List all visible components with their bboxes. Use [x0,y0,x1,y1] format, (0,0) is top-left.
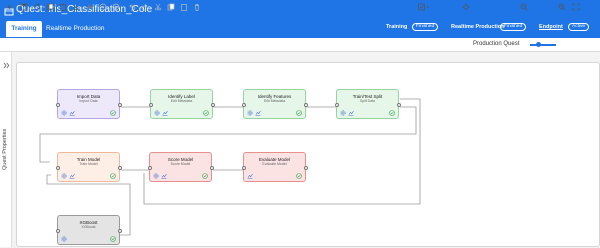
input-port[interactable] [241,103,246,107]
run-icon[interactable] [86,3,94,11]
output-port[interactable] [303,166,308,170]
copy-icon[interactable] [46,3,54,11]
chart-icon[interactable] [255,110,261,116]
chart-icon[interactable] [162,110,168,116]
paste-node-icon[interactable] [180,3,188,11]
realtime-status-badge: Finished [500,23,527,31]
zoom-slider-track[interactable] [530,44,556,46]
redo-icon[interactable] [141,3,149,11]
realtime-status-label: Realtime Production [451,24,505,30]
check-circle-icon [110,236,116,242]
quest-properties-label: Quest Properties [2,128,8,170]
fit-screen-icon[interactable] [572,3,580,11]
copy-node-icon[interactable] [167,3,175,11]
export-icon[interactable] [72,3,80,11]
input-port[interactable] [55,229,60,233]
output-port[interactable] [117,103,122,107]
zoom-slider-handle[interactable] [536,42,541,47]
output-port[interactable] [303,103,308,107]
node-identify-label[interactable]: Identify Label Edit Metadata [148,89,215,119]
input-port[interactable] [334,103,339,107]
paste-icon[interactable] [59,3,67,11]
input-port[interactable] [55,103,60,107]
settings-icon[interactable] [61,236,67,242]
back-icon[interactable] [6,3,14,11]
input-port[interactable] [148,103,153,107]
endpoint-link[interactable]: Endpoint [539,24,563,30]
stop-icon[interactable] [99,3,107,11]
chart-icon[interactable] [247,173,253,179]
training-status-badge: Finished [412,23,439,31]
node-subtitle: Train Model [79,162,98,166]
chart-icon[interactable] [69,110,75,116]
tab-training[interactable]: Training [6,21,42,37]
input-port[interactable] [241,166,246,170]
training-status-label: Training [386,24,408,30]
node-subtitle: Import Data [79,99,98,103]
output-port[interactable] [396,103,401,107]
quest-properties-panel[interactable]: Quest Properties [0,52,12,247]
expand-chevron-icon[interactable] [3,56,10,69]
output-port[interactable] [210,103,215,107]
production-quest-icon[interactable] [461,3,471,11]
output-port[interactable] [117,229,122,233]
node-identify-features[interactable]: Identify Features Edit Metadata [241,89,308,119]
settings-icon[interactable] [154,110,160,116]
node-import-data[interactable]: Import Data Import Data [55,89,122,119]
save-icon[interactable] [20,3,28,11]
node-xgboost[interactable]: XGBoost XGBoost [55,215,122,245]
refresh-icon[interactable] [33,3,41,11]
node-subtitle: Split Data [359,99,376,103]
undo-icon[interactable] [128,3,136,11]
node-evaluate-model[interactable]: Evaluate Model Evaluate Model [241,152,308,182]
production-quest-label[interactable]: Production Quest [473,41,519,47]
endpoint-status-badge: Active [568,23,590,31]
node-subtitle: Score Model [170,162,191,166]
chart-icon[interactable] [69,173,75,179]
check-circle-icon [110,173,116,179]
check-circle-icon [389,110,395,116]
tab-realtime-production[interactable]: Realtime Production [46,21,105,37]
zoom-out-icon[interactable] [520,3,528,11]
delete-icon[interactable] [193,3,201,11]
settings-icon[interactable] [153,173,159,179]
node-train-test-split[interactable]: Train/Test Split Split Data [334,89,401,119]
output-port[interactable] [117,166,122,170]
input-port[interactable] [147,166,152,170]
output-port[interactable] [209,166,214,170]
node-subtitle: Edit Metadata [263,99,286,103]
settings-icon[interactable] [61,173,67,179]
node-subtitle: Evaluate Model [262,162,287,166]
stop-all-icon[interactable] [112,3,120,11]
node-train-model[interactable]: Train Model Train Model [55,152,122,182]
check-circle-icon [110,110,116,116]
check-circle-icon [203,110,209,116]
chart-icon[interactable] [161,173,167,179]
check-circle-icon [296,110,302,116]
settings-icon[interactable] [247,110,253,116]
chart-icon[interactable] [348,110,354,116]
check-circle-icon [202,173,208,179]
node-subtitle: Edit Metadata [170,99,193,103]
node-subtitle: XGBoost [81,225,96,229]
cut-icon[interactable] [154,3,162,11]
settings-icon[interactable] [61,110,67,116]
checklist-dropdown-icon[interactable] [418,3,430,11]
node-score-model[interactable]: Score Model Score Model [147,152,214,182]
check-circle-icon [296,173,302,179]
settings-icon[interactable] [340,110,346,116]
zoom-in-icon[interactable] [558,3,566,11]
input-port[interactable] [55,166,60,170]
